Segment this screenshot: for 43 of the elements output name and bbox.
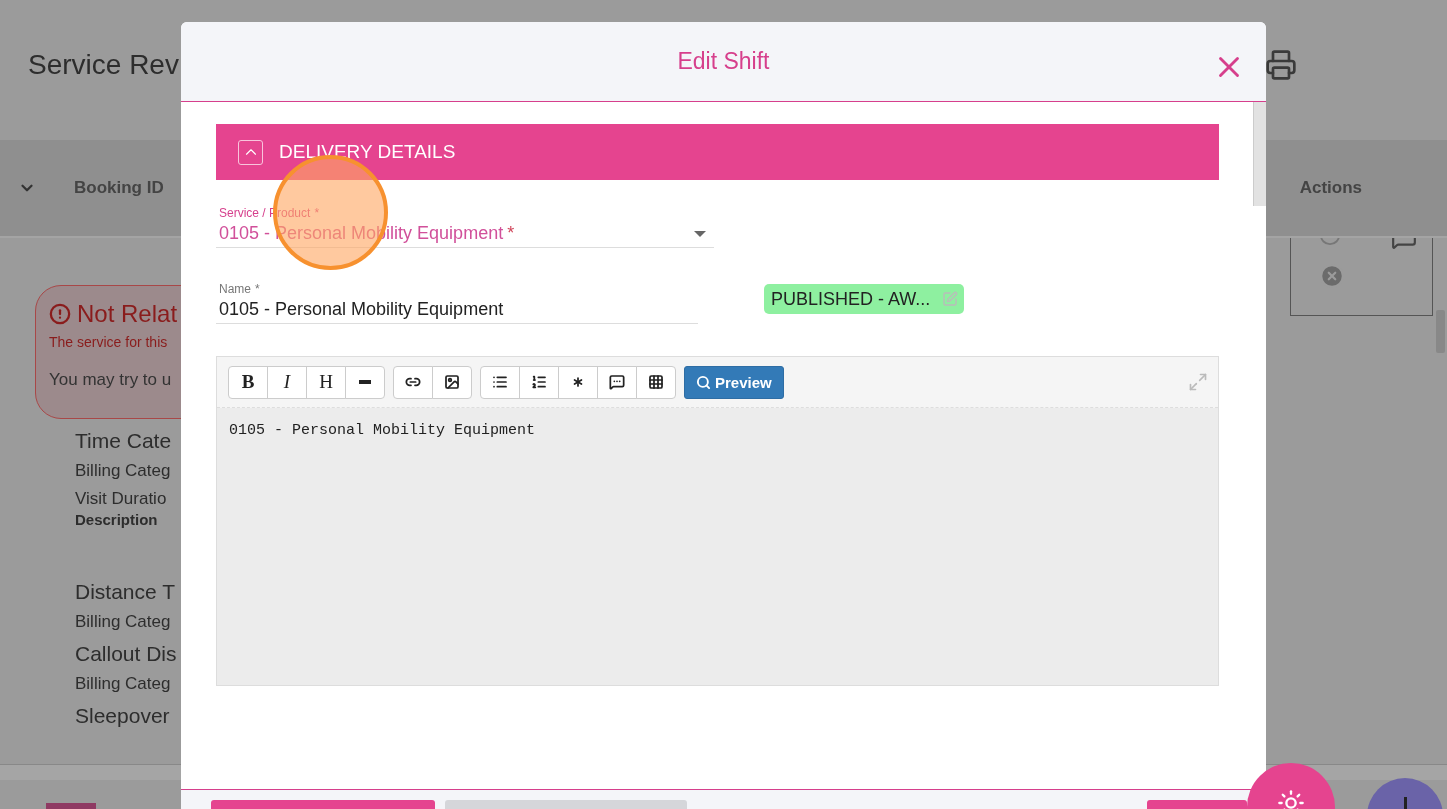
item-detail: Billing Categ [75,612,172,632]
grid-button[interactable] [636,365,676,399]
alert-message: The service for this [49,334,169,350]
numbered-list-button[interactable] [519,365,559,399]
bullet-list-button[interactable] [480,365,520,399]
comment-button[interactable] [597,365,637,399]
link-button[interactable] [393,365,433,399]
alert-title: Not Relat [77,300,178,328]
collapse-toggle[interactable] [238,139,263,165]
bold-button[interactable]: B [228,365,268,399]
asterisk-button[interactable] [558,365,598,399]
item-heading: Callout Dis [75,642,178,666]
plus-icon [1403,796,1407,809]
item-heading: Time Cate [75,429,173,453]
alert-hint: You may try to u [49,370,173,390]
image-button[interactable] [432,365,472,399]
expand-icon [1188,372,1208,392]
close-circle-icon[interactable] [1319,263,1345,289]
item-label: Description [75,511,159,528]
name-field[interactable]: Name * 0105 - Personal Mobility Equipment [216,282,698,324]
editor-text-area[interactable]: 0105 - Personal Mobility Equipment [217,408,1218,685]
preview-button[interactable]: Preview [684,365,784,399]
scrollbar-thumb[interactable] [1253,102,1266,206]
image-icon [444,374,460,390]
item-heading: Distance T [75,580,176,604]
item-detail: Billing Categ [75,674,172,694]
rule-button[interactable] [345,365,385,399]
item-detail: Visit Duratio [75,489,168,509]
alert-icon [49,303,71,325]
bullet-list-icon [492,374,508,390]
status-text: PUBLISHED - AW... [771,288,931,310]
dialog-title: Edit Shift [677,48,770,75]
item-heading: Sleepover [75,704,171,728]
numbered-list-icon [531,374,547,390]
italic-button[interactable]: I [267,365,307,399]
grid-icon [648,374,664,390]
printer-icon[interactable] [1265,49,1297,81]
search-icon [696,374,711,390]
page-title: Service Rev [28,49,179,81]
speech-bubble-icon [609,374,625,390]
sun-icon [1277,789,1305,809]
heading-button[interactable]: H [306,365,346,399]
item-detail: Billing Categ [75,461,172,481]
